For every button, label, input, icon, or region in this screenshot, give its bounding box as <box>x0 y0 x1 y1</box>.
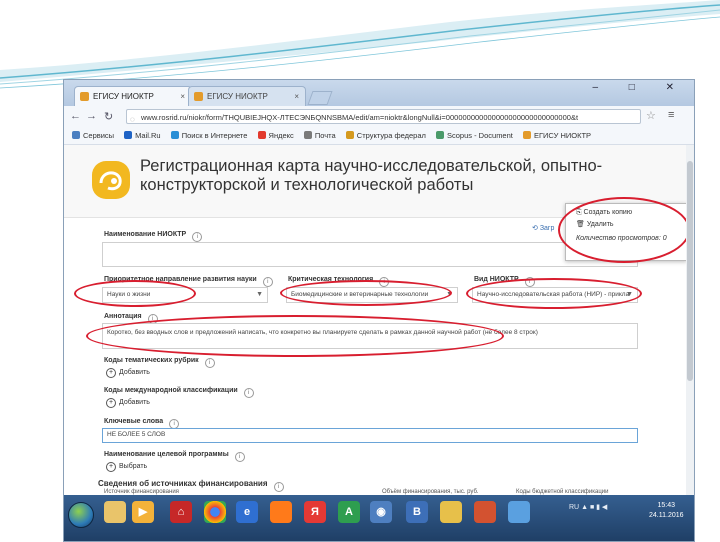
bookmark-yandex[interactable]: Яндекс <box>257 128 294 144</box>
search-globe-icon <box>170 131 179 139</box>
bookmark-services[interactable]: Сервисы <box>72 128 114 144</box>
browser-toolbar: ← → ↻ ◌ www.rosrid.ru/niokr/form/THQUBIE… <box>64 106 694 129</box>
page-info-icon: ◌ <box>130 115 135 124</box>
folder-icon <box>345 131 354 139</box>
reload-icon[interactable]: ↻ <box>104 110 113 123</box>
bookmarks-bar: Сервисы Mail.Ru Поиск в Интернете Яндекс… <box>64 128 694 145</box>
apps-grid-icon <box>72 131 80 139</box>
highlight-ellipse-technology <box>280 280 452 306</box>
info-icon[interactable]: i <box>204 358 215 368</box>
windows-taskbar: ▶ ⌂ e Я A ◉ B RU ▲ ■ ▮ ◀ 15:43 24.11.2016 <box>64 495 694 541</box>
page-title: Регистрационная карта научно-исследовате… <box>140 157 603 194</box>
yandex-icon <box>257 131 266 139</box>
plus-icon: + <box>106 368 116 378</box>
info-icon[interactable]: i <box>273 482 284 492</box>
add-rubric-button[interactable]: + Добавить <box>106 368 150 378</box>
pdf-reader-icon[interactable]: ⌂ <box>170 501 192 523</box>
word-icon[interactable]: B <box>406 501 428 523</box>
url-text: www.rosrid.ru/niokr/form/THQUBIEJHQX-ЛТЕ… <box>141 113 579 122</box>
mailru-icon <box>124 131 133 139</box>
info-icon[interactable]: i <box>234 452 245 462</box>
bookmark-search[interactable]: Поиск в Интернете <box>170 128 247 144</box>
address-bar[interactable]: ◌ www.rosrid.ru/niokr/form/THQUBIEJHQX-Л… <box>126 109 641 124</box>
chevron-down-icon: ▼ <box>256 291 263 298</box>
highlight-ellipse-type <box>466 278 642 309</box>
scopus-icon <box>436 131 444 139</box>
keywords-input[interactable]: НЕ БОЛЕЕ 5 СЛОВ <box>102 428 638 443</box>
chrome-browser-icon[interactable] <box>204 501 226 523</box>
plus-icon: + <box>106 398 116 408</box>
new-tab-button[interactable] <box>307 91 333 105</box>
window-controls[interactable]: – □ ✕ <box>592 82 688 93</box>
language-indicator[interactable]: RU <box>569 504 579 511</box>
program-label: Наименование целевой программы i <box>104 451 245 462</box>
mail-icon <box>303 131 312 139</box>
browser-menu-icon[interactable]: ≡ <box>668 109 674 121</box>
browser-window: ЕГИСУ НИОКТР × ЕГИСУ НИОКТР × – □ ✕ ← → … <box>63 79 695 542</box>
highlight-ellipse-annotation <box>86 315 504 357</box>
taskbar-clock[interactable]: 15:43 24.11.2016 <box>649 501 684 521</box>
name-input[interactable] <box>102 242 638 267</box>
firefox-icon[interactable] <box>270 501 292 523</box>
start-button[interactable] <box>68 502 94 528</box>
egisu-logo-icon <box>92 161 130 199</box>
bookmark-egisu[interactable]: ЕГИСУ НИОКТР <box>522 128 591 144</box>
info-icon[interactable]: i <box>243 388 254 398</box>
close-tab-icon[interactable]: × <box>180 87 185 107</box>
save-draft-link[interactable]: ⟲ Загр <box>532 224 554 232</box>
tab-bar: ЕГИСУ НИОКТР × ЕГИСУ НИОКТР × – □ ✕ <box>64 80 694 106</box>
explorer-folder-icon[interactable] <box>104 501 126 523</box>
highlight-ellipse-popup <box>558 197 686 263</box>
messenger-icon[interactable]: ◉ <box>370 501 392 523</box>
add-intl-code-button[interactable]: + Добавить <box>106 398 150 408</box>
decorative-header-waves <box>0 0 720 89</box>
yandex-browser-icon[interactable]: Я <box>304 501 326 523</box>
tab-egisu-second[interactable]: ЕГИСУ НИОКТР × <box>188 86 306 106</box>
close-tab-icon[interactable]: × <box>294 87 299 107</box>
bookmark-structure[interactable]: Структура федерал <box>345 128 426 144</box>
plus-icon: + <box>106 462 116 472</box>
intl-classification-label: Коды международной классификации i <box>104 387 254 398</box>
bookmark-mail[interactable]: Почта <box>303 128 336 144</box>
back-arrow-icon[interactable]: ← <box>70 110 81 122</box>
bookmark-star-icon[interactable]: ☆ <box>646 109 656 122</box>
info-icon[interactable]: i <box>192 232 203 242</box>
egisu-icon <box>522 131 531 139</box>
rubric-label: Коды тематических рубрик i <box>104 357 215 368</box>
highlight-ellipse-direction <box>74 280 196 307</box>
site-favicon-icon <box>80 92 89 101</box>
tab-label: ЕГИСУ НИОКТР <box>207 92 268 101</box>
site-favicon-icon <box>194 92 203 101</box>
bookmark-mailru[interactable]: Mail.Ru <box>124 128 161 144</box>
paint-icon[interactable] <box>440 501 462 523</box>
bookmark-scopus[interactable]: Scopus - Document <box>436 128 513 144</box>
scrollbar-thumb[interactable] <box>687 161 693 381</box>
internet-explorer-icon[interactable]: e <box>236 501 258 523</box>
page-content: Регистрационная карта научно-исследовате… <box>64 145 686 495</box>
network-app-icon[interactable] <box>508 501 530 523</box>
name-label: Наименование НИОКТР i <box>104 231 203 242</box>
powerpoint-icon[interactable] <box>474 501 496 523</box>
excel-icon[interactable]: A <box>338 501 360 523</box>
tab-egisu-active[interactable]: ЕГИСУ НИОКТР × <box>74 86 192 106</box>
media-player-icon[interactable]: ▶ <box>132 501 154 523</box>
system-tray: RU ▲ ■ ▮ ◀ <box>569 504 608 511</box>
page-scrollbar[interactable] <box>686 145 694 495</box>
info-icon[interactable]: i <box>262 277 273 287</box>
select-program-button[interactable]: + Выбрать <box>106 462 147 472</box>
forward-arrow-icon[interactable]: → <box>86 110 97 122</box>
tab-label: ЕГИСУ НИОКТР <box>93 92 154 101</box>
